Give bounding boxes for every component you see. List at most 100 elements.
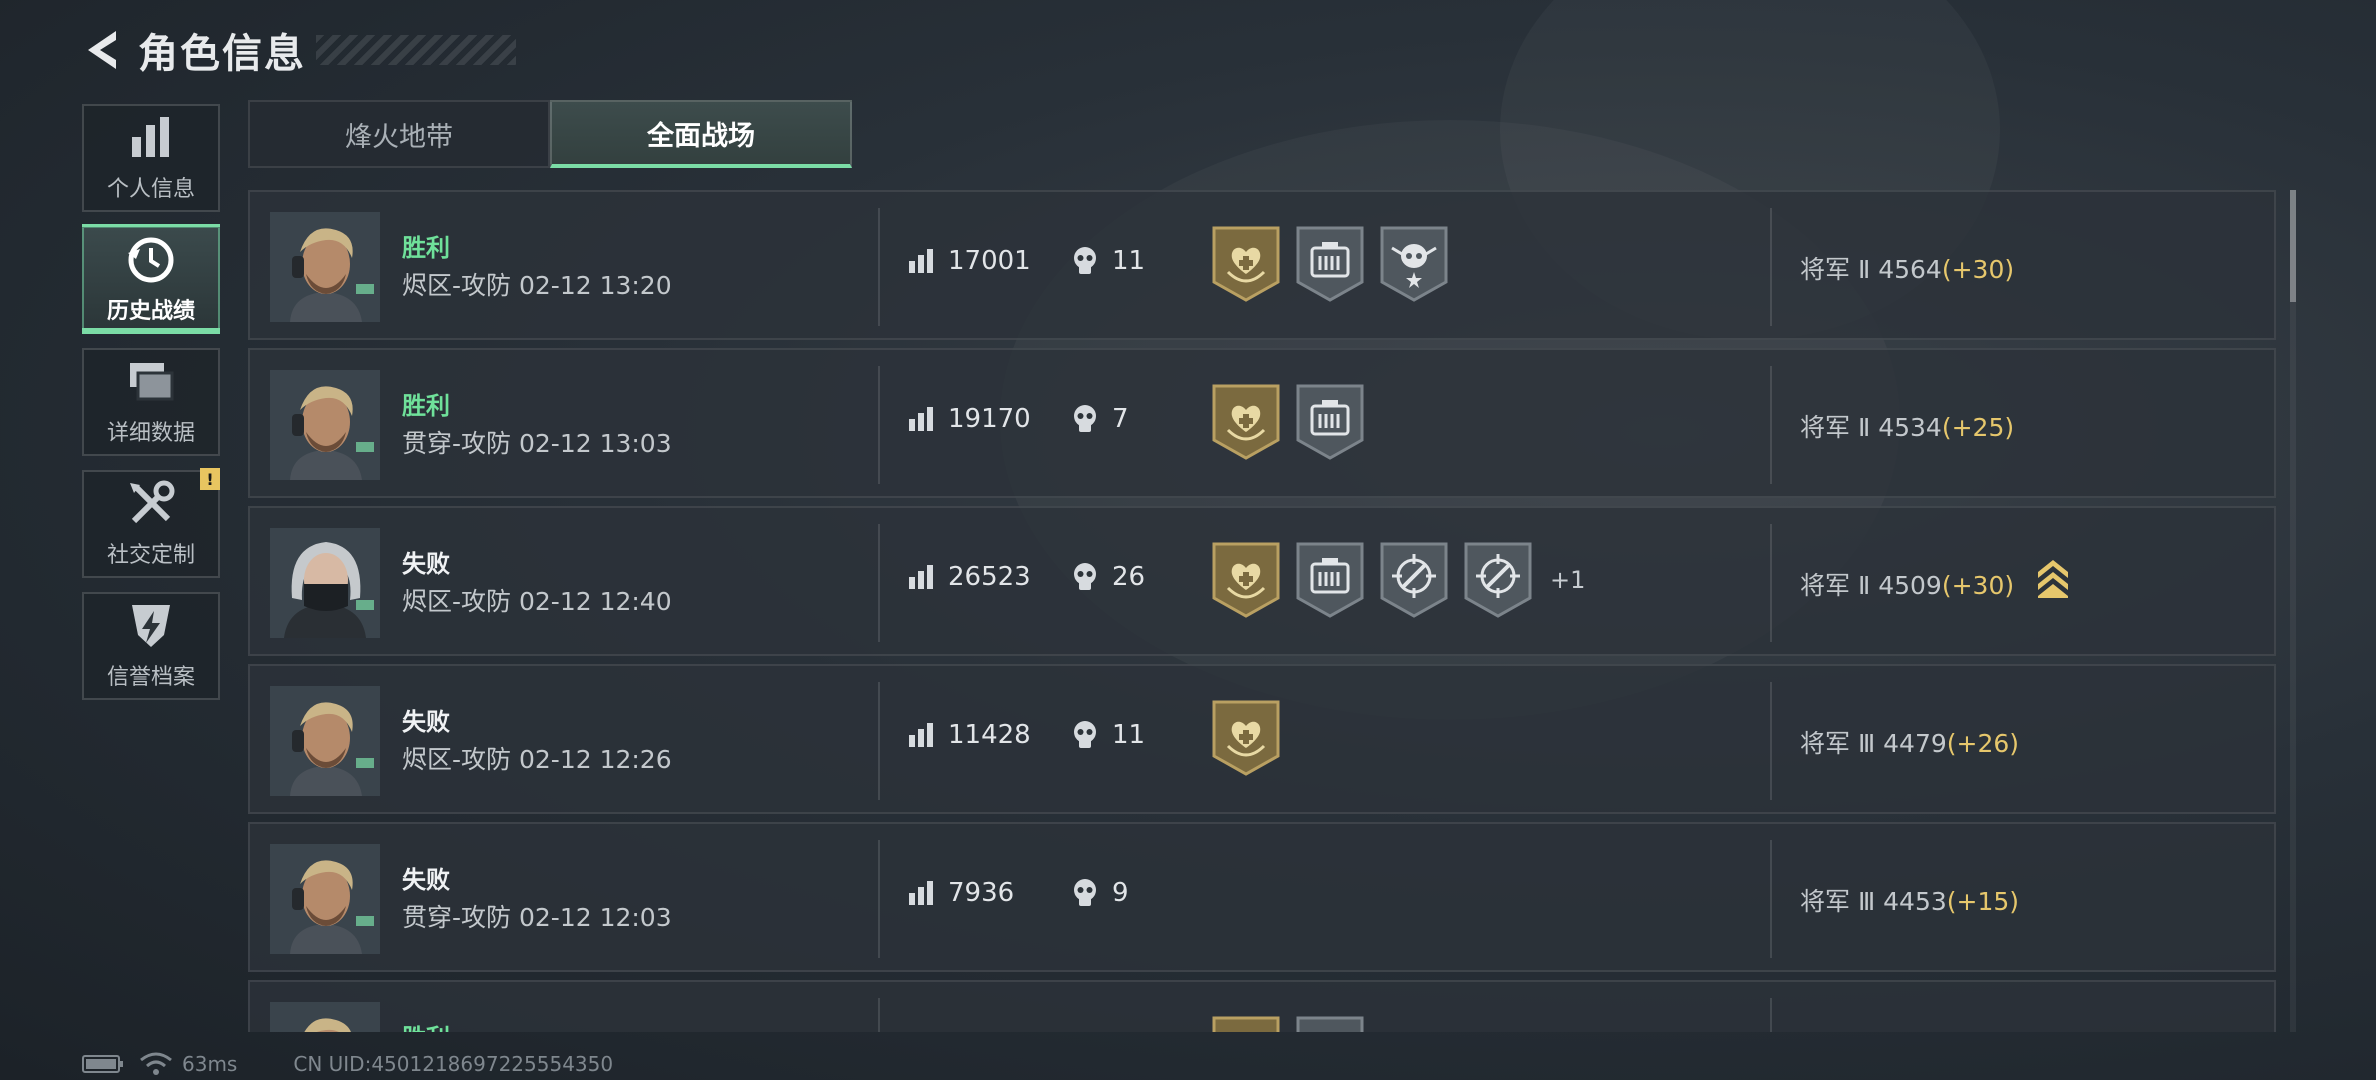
scrollbar[interactable]: [2290, 190, 2296, 1032]
kills-value: 26: [1112, 562, 1146, 592]
divider: [878, 524, 880, 642]
page-title: 角色信息: [138, 31, 306, 77]
rank-points: 4509: [1878, 571, 1942, 600]
rank-name: 将军 Ⅲ: [1800, 887, 1876, 916]
target-badge-icon[interactable]: [1462, 542, 1534, 618]
kills-value: 7: [1112, 404, 1129, 434]
match-info: 烬区-攻防 02-12 13:20: [402, 266, 672, 302]
avatar: [270, 212, 380, 322]
skull-badge-icon[interactable]: [1378, 226, 1450, 302]
match-result: 胜利: [402, 234, 450, 262]
score-stat: 7936: [906, 878, 1014, 908]
match-mode: 烬区-攻防: [402, 587, 512, 616]
match-info: 烬区-攻防 02-12 12:40: [402, 582, 672, 618]
divider: [1770, 208, 1772, 326]
sidebar-item-social[interactable]: ! 社交定制: [82, 468, 220, 578]
match-time: 02-12 13:20: [518, 271, 672, 300]
skull-icon: [1070, 720, 1100, 750]
score-icon: [906, 404, 936, 434]
match-row[interactable]: 胜利烬区-攻防 02-12 13:20 17001 11 将军 Ⅱ 4564(+30): [248, 190, 2276, 340]
tab-full-battlefield[interactable]: 全面战场: [550, 100, 852, 168]
back-arrow-icon: [88, 31, 116, 69]
match-time: 02-12 12:26: [518, 745, 672, 774]
match-result: 失败: [402, 866, 450, 894]
sidebar-item-history[interactable]: 历史战绩: [82, 224, 220, 334]
rank-gain: (+30): [1941, 255, 2015, 284]
score-stat: 26523: [906, 562, 1031, 592]
score-value: 7936: [948, 878, 1015, 908]
rank-info: 将军 Ⅱ 4564(+30): [1800, 250, 2014, 286]
battery-icon: [82, 1055, 123, 1073]
badge-list: +1: [1210, 542, 1585, 618]
score-stat: 11428: [906, 720, 1031, 750]
score-value: 19170: [948, 404, 1031, 434]
avatar: [270, 528, 380, 638]
skull-icon: [1070, 878, 1100, 908]
divider: [878, 998, 880, 1032]
kills-stat: 9: [1070, 878, 1129, 908]
sidebar-item-label: 详细数据: [106, 421, 195, 446]
medic-badge-icon[interactable]: [1210, 1016, 1282, 1032]
sidebar-item-reputation[interactable]: 信誉档案: [82, 592, 220, 700]
uid-text: CN UID:4501218697225554350: [293, 1052, 614, 1076]
badge-list: [1210, 384, 1378, 460]
rank-gain: (+30): [1941, 571, 2015, 600]
match-row[interactable]: 胜利: [248, 980, 2276, 1032]
kills-stat: 11: [1070, 720, 1145, 750]
supply-badge-icon[interactable]: [1294, 1016, 1366, 1032]
target-badge-icon[interactable]: [1378, 542, 1450, 618]
scrollbar-thumb[interactable]: [2290, 190, 2296, 302]
medic-badge-icon[interactable]: [1210, 700, 1282, 776]
match-row[interactable]: 失败 贯穿-攻防 02-12 12:03 7936 9 将军 Ⅲ 4453(+15): [248, 822, 2276, 972]
match-row[interactable]: 失败 烬区-攻防 02-12 12:40 26523 26 +1 将军 Ⅱ 4509(+3…: [248, 506, 2276, 656]
score-value: 17001: [948, 246, 1031, 276]
match-row[interactable]: 失败 烬区-攻防 02-12 12:26 11428 11 将军 Ⅲ 4479(+26): [248, 664, 2276, 814]
sidebar-item-personal-info[interactable]: 个人信息: [82, 104, 220, 212]
tab-beacon-zone[interactable]: 烽火地带: [248, 100, 550, 168]
score-value: 11428: [948, 720, 1031, 750]
sidebar-item-detailed-data[interactable]: 详细数据: [82, 348, 220, 456]
medic-badge-icon[interactable]: [1210, 542, 1282, 618]
rank-name: 将军 Ⅱ: [1800, 571, 1871, 600]
supply-badge-icon[interactable]: [1294, 226, 1366, 302]
rank-gain: (+26): [1946, 729, 2020, 758]
badge-list: [1210, 1016, 1378, 1032]
match-time: 02-12 12:40: [518, 587, 672, 616]
kills-stat: 26: [1070, 562, 1145, 592]
rank-info: 将军 Ⅱ 4534(+25): [1800, 408, 2014, 444]
kills-stat: 11: [1070, 246, 1145, 276]
rank-points: 4453: [1883, 887, 1947, 916]
divider: [878, 208, 880, 326]
medic-badge-icon[interactable]: [1210, 384, 1282, 460]
avatar: [270, 844, 380, 954]
divider: [1770, 682, 1772, 800]
divider: [1770, 366, 1772, 484]
match-history-list[interactable]: 胜利 烬区-攻防 02-12 13:20 17001 11 将军 Ⅱ 4564(+30)…: [248, 190, 2276, 1032]
kills-value: 9: [1112, 878, 1129, 908]
badge-list: [1210, 226, 1462, 302]
more-badges[interactable]: +1: [1550, 566, 1585, 594]
rank-gain: (+25): [1941, 413, 2015, 442]
bar-chart-icon: [126, 113, 176, 163]
rank-points: 4479: [1883, 729, 1947, 758]
kills-stat: 7: [1070, 404, 1129, 434]
match-row[interactable]: 胜利 贯穿-攻防 02-12 13:03 19170 7 将军 Ⅱ 4534(+25): [248, 348, 2276, 498]
sidebar-item-label: 历史战绩: [106, 299, 195, 324]
avatar: [270, 686, 380, 796]
score-icon: [906, 720, 936, 750]
sidebar: 个人信息 历史战绩 详细数据 ! 社交定制 信誉档案: [82, 104, 220, 714]
back-button[interactable]: [78, 25, 128, 75]
match-time: 02-12 12:03: [518, 903, 672, 932]
medic-badge-icon[interactable]: [1210, 226, 1282, 302]
tools-icon: [126, 479, 176, 529]
rank-points: 4534: [1878, 413, 1942, 442]
rank-points: 4564: [1878, 255, 1942, 284]
supply-badge-icon[interactable]: [1294, 542, 1366, 618]
status-bar: 63ms CN UID:4501218697225554350: [82, 1052, 613, 1076]
supply-badge-icon[interactable]: [1294, 384, 1366, 460]
match-time: 02-12 13:03: [518, 429, 672, 458]
sidebar-item-label: 社交定制: [106, 543, 195, 568]
skull-icon: [1070, 562, 1100, 592]
rank-name: 将军 Ⅱ: [1800, 413, 1871, 442]
sidebar-item-label: 信誉档案: [106, 665, 195, 690]
